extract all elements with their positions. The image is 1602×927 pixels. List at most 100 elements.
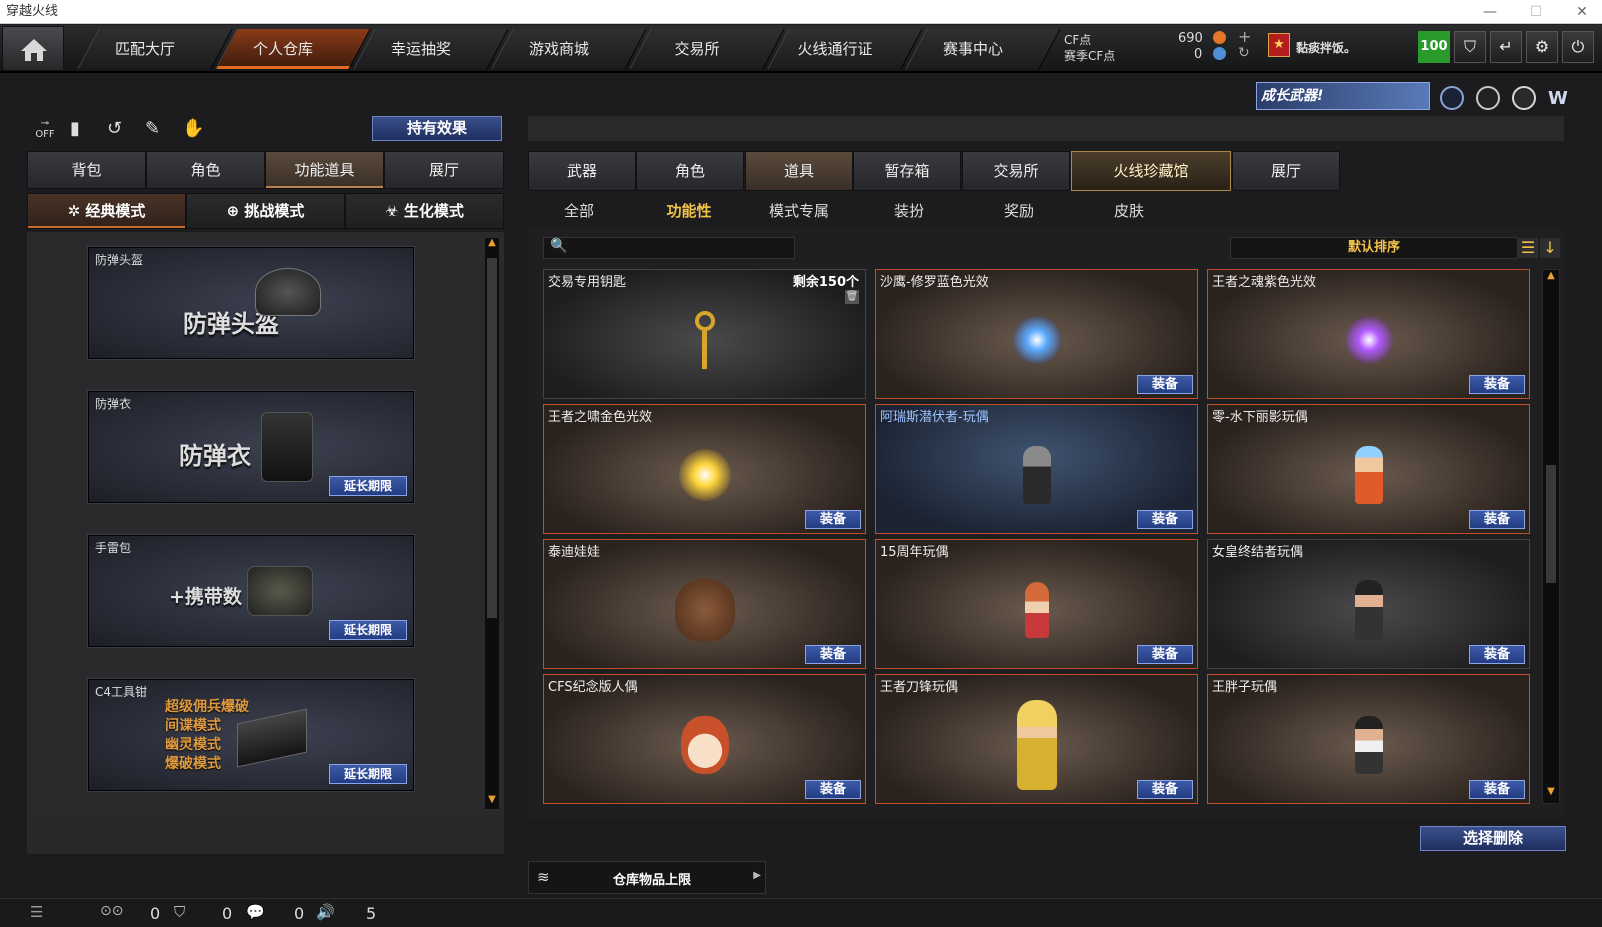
tab-character[interactable]: 角色 bbox=[146, 151, 265, 189]
rtab-exchange[interactable]: 交易所 bbox=[962, 151, 1070, 191]
sort-dropdown[interactable]: 默认排序 bbox=[1230, 237, 1518, 259]
maximize-icon[interactable]: ☐ bbox=[1518, 0, 1554, 24]
nav-tab-events[interactable]: 赛事中心 bbox=[906, 29, 1040, 69]
shield-icon[interactable]: ⛉ bbox=[1454, 31, 1486, 63]
toggle-off-icon[interactable]: ⊸ OFF bbox=[32, 118, 58, 142]
mode-zombie[interactable]: ☣ 生化模式 bbox=[345, 193, 504, 229]
nav-tab-pass[interactable]: 火线通行证 bbox=[768, 29, 902, 69]
equip-button[interactable]: 装备 bbox=[805, 510, 861, 529]
menu-list-icon[interactable]: ☰ bbox=[30, 903, 43, 921]
list-item[interactable]: 防弹衣 防弹衣 延长期限 bbox=[88, 391, 414, 503]
item-card[interactable]: 王者刀锋玩偶 装备 bbox=[875, 674, 1198, 804]
chat-bubble-icon[interactable]: 💬 bbox=[246, 903, 265, 921]
subtab-all[interactable]: 全部 bbox=[533, 198, 625, 224]
speaker-icon[interactable]: 🔊 bbox=[316, 903, 335, 921]
rank-emblem-icon[interactable]: ★ bbox=[1268, 33, 1290, 57]
chart-icon[interactable]: ▮ bbox=[70, 118, 94, 142]
search-input[interactable] bbox=[570, 239, 790, 257]
tab-functional-items[interactable]: 功能道具 bbox=[265, 151, 384, 189]
rtab-showroom[interactable]: 展厅 bbox=[1232, 151, 1340, 191]
hold-effect-button[interactable]: 持有效果 bbox=[372, 116, 502, 141]
subtab-skins[interactable]: 皮肤 bbox=[1083, 198, 1175, 224]
subtab-mode-exclusive[interactable]: 模式专属 bbox=[753, 198, 845, 224]
scroll-down-icon[interactable]: ▼ bbox=[484, 794, 500, 810]
search-box[interactable]: 🔍 bbox=[543, 237, 795, 259]
select-delete-button[interactable]: 选择删除 bbox=[1420, 826, 1566, 851]
subtab-dressup[interactable]: 装扮 bbox=[863, 198, 955, 224]
left-scrollbar[interactable] bbox=[484, 237, 500, 810]
scroll-up-icon[interactable]: ▲ bbox=[484, 237, 500, 253]
rtab-collection[interactable]: 火线珍藏馆 bbox=[1071, 151, 1231, 191]
badge-star-icon[interactable] bbox=[1512, 86, 1536, 110]
tab-backpack[interactable]: 背包 bbox=[27, 151, 146, 189]
rtab-character[interactable]: 角色 bbox=[636, 151, 744, 191]
sort-direction-icon[interactable]: ↓ bbox=[1540, 238, 1560, 258]
item-card[interactable]: 阿瑞斯潜伏者-玩偶 装备 bbox=[875, 404, 1198, 534]
item-card[interactable]: 王胖子玩偶 装备 bbox=[1207, 674, 1530, 804]
subtab-rewards[interactable]: 奖励 bbox=[973, 198, 1065, 224]
equip-button[interactable]: 装备 bbox=[805, 645, 861, 664]
badge-w-icon[interactable]: W bbox=[1548, 88, 1572, 110]
recharge-plus-icon[interactable]: + bbox=[1238, 27, 1251, 46]
left-scroll-thumb[interactable] bbox=[487, 258, 497, 618]
level-badge[interactable]: 100 bbox=[1418, 31, 1450, 63]
growth-weapon-banner[interactable]: 成长武器! bbox=[1256, 82, 1430, 110]
nav-tab-warehouse[interactable]: 个人仓库 bbox=[216, 29, 350, 69]
brush-icon[interactable]: ✎ bbox=[145, 118, 169, 142]
subtab-functional[interactable]: 功能性 bbox=[643, 198, 735, 224]
equip-button[interactable]: 装备 bbox=[1469, 375, 1525, 394]
extend-button[interactable]: 延长期限 bbox=[329, 476, 407, 496]
history-icon[interactable]: ↺ bbox=[107, 118, 131, 142]
equip-button[interactable]: 装备 bbox=[1137, 780, 1193, 799]
equip-button[interactable]: 装备 bbox=[1469, 780, 1525, 799]
rtab-storage[interactable]: 暂存箱 bbox=[853, 151, 961, 191]
item-card[interactable]: 女皇终结者玩偶 装备 bbox=[1207, 539, 1530, 669]
list-item[interactable]: C4工具钳 超级佣兵爆破 间谍模式 幽灵模式 爆破模式 延长期限 bbox=[88, 679, 414, 791]
equip-button[interactable]: 装备 bbox=[1137, 510, 1193, 529]
mode-classic[interactable]: ✲ 经典模式 bbox=[27, 193, 186, 229]
trash-icon[interactable]: 🗑 bbox=[845, 290, 859, 304]
scroll-down-icon[interactable]: ▼ bbox=[1542, 786, 1560, 802]
equip-button[interactable]: 装备 bbox=[1469, 645, 1525, 664]
item-card[interactable]: 零-水下丽影玩偶 装备 bbox=[1207, 404, 1530, 534]
item-card[interactable]: 15周年玩偶 装备 bbox=[875, 539, 1198, 669]
equip-button[interactable]: 装备 bbox=[805, 780, 861, 799]
home-button[interactable] bbox=[2, 26, 64, 71]
gear-icon[interactable]: ⚙ bbox=[1526, 31, 1558, 63]
item-card[interactable]: 王者之啸金色光效 装备 bbox=[543, 404, 866, 534]
list-item[interactable]: 防弹头盔 防弹头盔 bbox=[88, 247, 414, 359]
item-card[interactable]: 泰迪娃娃 装备 bbox=[543, 539, 866, 669]
equip-button[interactable]: 装备 bbox=[1137, 645, 1193, 664]
close-icon[interactable]: ✕ bbox=[1564, 0, 1600, 24]
tab-showroom[interactable]: 展厅 bbox=[384, 151, 504, 189]
nav-tab-exchange[interactable]: 交易所 bbox=[630, 29, 764, 69]
nav-tab-match-hall[interactable]: 匹配大厅 bbox=[78, 29, 212, 69]
nav-tab-shop[interactable]: 游戏商城 bbox=[492, 29, 626, 69]
hand-icon[interactable]: ✋ bbox=[182, 118, 206, 142]
right-scroll-thumb[interactable] bbox=[1546, 465, 1556, 583]
extend-button[interactable]: 延长期限 bbox=[329, 764, 407, 784]
item-card[interactable]: 王者之魂紫色光效 装备 bbox=[1207, 269, 1530, 399]
clan-shield-icon[interactable]: ⛉ bbox=[174, 903, 185, 921]
scroll-up-icon[interactable]: ▲ bbox=[1542, 270, 1560, 286]
list-view-icon[interactable]: ☰ bbox=[1518, 238, 1538, 258]
equip-button[interactable]: 装备 bbox=[1469, 510, 1525, 529]
mode-challenge[interactable]: ⊕ 挑战模式 bbox=[186, 193, 345, 229]
nav-tab-lottery[interactable]: 幸运抽奖 bbox=[354, 29, 488, 69]
refresh-icon[interactable]: ↻ bbox=[1238, 45, 1250, 61]
list-item[interactable]: 手雷包 +携带数 延长期限 bbox=[88, 535, 414, 647]
item-card-trade-key[interactable]: 交易专用钥匙 剩余150个 🗑 bbox=[543, 269, 866, 399]
badge-globe-icon[interactable] bbox=[1476, 86, 1500, 110]
right-scrollbar[interactable] bbox=[1542, 269, 1560, 804]
user-name[interactable]: 黏痰拌饭。 bbox=[1296, 39, 1356, 56]
item-card[interactable]: 沙鹰-修罗蓝色光效 装备 bbox=[875, 269, 1198, 399]
capacity-bar[interactable]: ≋ 仓库物品上限 ▶ bbox=[528, 861, 766, 894]
binoculars-icon[interactable]: ⊙⊙ bbox=[100, 903, 123, 919]
return-icon[interactable]: ↵ bbox=[1490, 31, 1522, 63]
badge-v-icon[interactable] bbox=[1440, 86, 1464, 110]
extend-button[interactable]: 延长期限 bbox=[329, 620, 407, 640]
power-icon[interactable]: ⏻ bbox=[1562, 31, 1594, 63]
rtab-items[interactable]: 道具 bbox=[745, 151, 853, 191]
rtab-weapons[interactable]: 武器 bbox=[528, 151, 636, 191]
equip-button[interactable]: 装备 bbox=[1137, 375, 1193, 394]
